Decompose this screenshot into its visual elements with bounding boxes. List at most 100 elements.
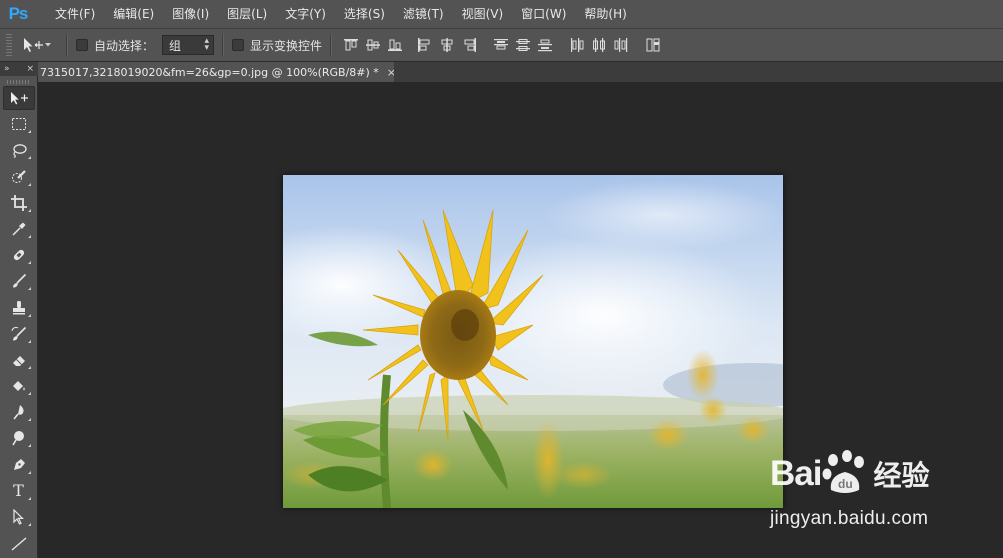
expand-panel-icon[interactable]: » [4,64,10,74]
move-tool-icon [9,91,29,105]
pen-tool-icon [11,457,27,473]
watermark-brand: Bai du 经验 [770,450,929,497]
tool-line[interactable] [3,531,35,555]
tool-submenu-indicator-icon [27,130,31,134]
document-tab-bar: 7315017,3218019020&fm=26&gp=0.jpg @ 100%… [38,62,1003,82]
distribute-vertical-centers-icon[interactable] [512,35,534,55]
menu-select[interactable]: 选择(S) [335,0,394,28]
dodge-tool-icon [11,430,27,446]
eyedropper-tool-icon [11,221,27,237]
align-horizontal-centers-icon[interactable] [436,35,458,55]
close-icon[interactable]: × [387,66,394,79]
menu-image[interactable]: 图像(I) [163,0,218,28]
menu-edit[interactable]: 编辑(E) [104,0,163,28]
tool-type[interactable]: T [3,479,35,503]
auto-select-value: 组 [169,38,182,53]
clone-stamp-tool-icon [11,300,27,316]
crop-tool-icon [10,194,27,211]
tool-eraser[interactable] [3,348,35,372]
svg-text:du: du [838,477,853,491]
tool-history-brush[interactable] [3,322,35,346]
menu-bar: Ps 文件(F) 编辑(E) 图像(I) 图层(L) 文字(Y) 选择(S) 滤… [0,0,1003,28]
tool-submenu-indicator-icon [27,313,31,317]
tool-eyedropper[interactable] [3,217,35,241]
align-vertical-centers-icon[interactable] [362,35,384,55]
tool-brush[interactable] [3,269,35,293]
align-bottom-edges-icon[interactable] [384,35,406,55]
move-tool-icon [22,37,44,53]
history-brush-tool-icon [11,326,27,342]
distribute-left-edges-icon[interactable] [566,35,588,55]
options-bar: 自动选择： 组 ▴ ▾ 显示变换控件 [0,28,1003,62]
tool-paint-bucket[interactable] [3,374,35,398]
document-tab[interactable]: 7315017,3218019020&fm=26&gp=0.jpg @ 100%… [38,62,394,82]
tool-submenu-indicator-icon [27,339,31,343]
main-menu: 文件(F) 编辑(E) 图像(I) 图层(L) 文字(Y) 选择(S) 滤镜(T… [46,0,636,28]
menu-filter[interactable]: 滤镜(T) [394,0,453,28]
options-bar-grip[interactable] [6,34,12,56]
tool-quick-selection[interactable] [3,165,35,189]
distribute-top-edges-icon[interactable] [490,35,512,55]
menu-file[interactable]: 文件(F) [46,0,104,28]
menu-help[interactable]: 帮助(H) [575,0,635,28]
align-right-edges-icon[interactable] [458,35,480,55]
canvas-image-sunflower[interactable] [283,175,783,508]
tool-submenu-indicator-icon [27,261,31,265]
brush-tool-icon [11,273,27,289]
tools-panel-grip[interactable] [6,80,31,84]
tool-submenu-indicator-icon [27,392,31,396]
align-left-edges-icon[interactable] [414,35,436,55]
auto-select-checkbox[interactable] [76,39,88,51]
tool-pen[interactable] [3,453,35,477]
tool-submenu-indicator-icon [27,496,31,500]
photoshop-logo[interactable]: Ps [0,0,36,28]
tool-clone-stamp[interactable] [3,296,35,320]
distribute-right-edges-icon[interactable] [610,35,632,55]
menu-view[interactable]: 视图(V) [453,0,513,28]
tools-panel-header: » × [0,62,38,76]
auto-select-target-dropdown[interactable]: 组 ▴ ▾ [162,35,215,55]
tool-submenu-indicator-icon [27,234,31,238]
show-transform-controls-checkbox[interactable] [232,39,245,51]
baidu-jingyan-watermark: Bai du 经验 jingyan.baidu.com [770,450,970,540]
tool-submenu-indicator-icon [27,182,31,186]
tool-move[interactable] [2,86,35,110]
quick-selection-tool-icon [11,169,27,184]
blur-tool-icon [11,404,27,420]
menu-type[interactable]: 文字(Y) [276,0,335,28]
tool-crop[interactable] [3,191,35,215]
distribute-horizontal-centers-icon[interactable] [588,35,610,55]
close-panel-icon[interactable]: × [26,64,34,74]
tool-submenu-indicator-icon [27,470,31,474]
tools-panel: T [0,76,38,558]
tool-marquee[interactable] [3,112,35,136]
menu-layer[interactable]: 图层(L) [218,0,276,28]
paw-logo-icon: du [821,450,869,497]
options-separator [222,34,225,56]
options-separator [66,34,68,56]
tool-lasso[interactable] [3,138,35,162]
watermark-url: jingyan.baidu.com [770,508,929,529]
marquee-tool-icon [11,117,27,131]
line-tool-icon [11,535,27,551]
tool-submenu-indicator-icon [27,523,31,526]
paint-bucket-tool-icon [11,378,27,394]
chevron-down-icon [44,42,52,48]
tool-blur[interactable] [3,400,35,424]
tool-submenu-indicator-icon [27,287,31,291]
document-tab-title: 7315017,3218019020&fm=26&gp=0.jpg @ 100%… [40,65,379,79]
auto-select-label: 自动选择： [94,38,155,53]
align-top-edges-icon[interactable] [340,35,362,55]
tool-healing-brush[interactable] [3,243,35,267]
tool-preset-picker[interactable] [22,37,58,53]
tool-submenu-indicator-icon [27,156,31,160]
options-separator [330,34,333,56]
tool-submenu-indicator-icon [27,365,31,369]
tool-dodge[interactable] [3,426,35,450]
auto-align-layers-icon[interactable] [642,35,664,55]
tool-path-selection[interactable] [3,505,35,529]
align-buttons [340,35,664,55]
tool-submenu-indicator-icon [27,208,31,212]
distribute-bottom-edges-icon[interactable] [534,35,556,55]
menu-window[interactable]: 窗口(W) [512,0,575,28]
